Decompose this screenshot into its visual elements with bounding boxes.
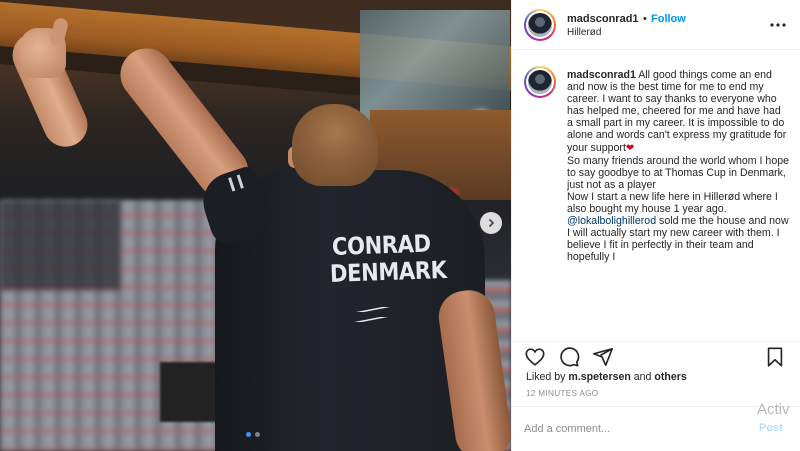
more-horizontal-icon[interactable]	[768, 18, 788, 32]
carousel-next-button[interactable]	[480, 212, 502, 234]
post-timestamp[interactable]: 12 minutes ago	[526, 389, 598, 398]
heart-icon[interactable]	[524, 346, 546, 368]
player-head	[292, 104, 378, 186]
post-header: madsconrad1 • Follow Hillerød	[512, 0, 800, 50]
action-bar	[512, 341, 800, 369]
carousel-dot	[255, 432, 260, 437]
likes-summary: Liked by m.spetersen and others	[526, 371, 687, 383]
heart-emoji: ❤	[625, 142, 635, 154]
caption-paragraph: Now I start a new life here in Hillerød …	[567, 190, 778, 216]
post-caption: madsconrad1 All good things come an end …	[567, 69, 789, 264]
likes-others-link[interactable]: others	[654, 371, 686, 383]
comment-input[interactable]	[524, 421, 734, 437]
os-activation-watermark: Activ	[757, 401, 790, 418]
post-photo[interactable]: CONRAD DENMARK	[0, 0, 511, 451]
babolat-logo-icon	[354, 307, 390, 322]
bookmark-icon[interactable]	[764, 346, 786, 368]
liked-by-user-link[interactable]: m.spetersen	[568, 371, 630, 383]
jersey-country: DENMARK	[329, 255, 447, 288]
avatar[interactable]	[524, 9, 556, 41]
likes-middle: and	[630, 371, 655, 383]
header-username[interactable]: madsconrad1	[567, 13, 639, 25]
mention-link[interactable]: @lokalbolighillerod	[567, 215, 656, 227]
carousel-indicator	[246, 432, 260, 437]
caption-section: madsconrad1 All good things come an end …	[512, 50, 800, 340]
location-link[interactable]: Hillerød	[567, 27, 601, 38]
carousel-dot-active	[246, 432, 251, 437]
chevron-right-icon	[488, 218, 495, 228]
post-sidebar: madsconrad1 • Follow Hillerød madsconrad…	[511, 0, 800, 451]
caption-paragraph: All good things come an end and now is t…	[567, 69, 787, 154]
separator-dot: •	[643, 13, 647, 25]
avatar[interactable]	[524, 66, 556, 98]
caption-username[interactable]: madsconrad1	[567, 69, 636, 81]
likes-prefix: Liked by	[526, 371, 569, 383]
comment-icon[interactable]	[558, 346, 580, 368]
post-comment-button[interactable]: Post	[759, 422, 783, 434]
caption-paragraph: So many friends around the world whom I …	[567, 154, 790, 191]
arena-shadow	[0, 200, 120, 290]
follow-button[interactable]: Follow	[651, 13, 686, 25]
share-icon[interactable]	[592, 346, 614, 368]
